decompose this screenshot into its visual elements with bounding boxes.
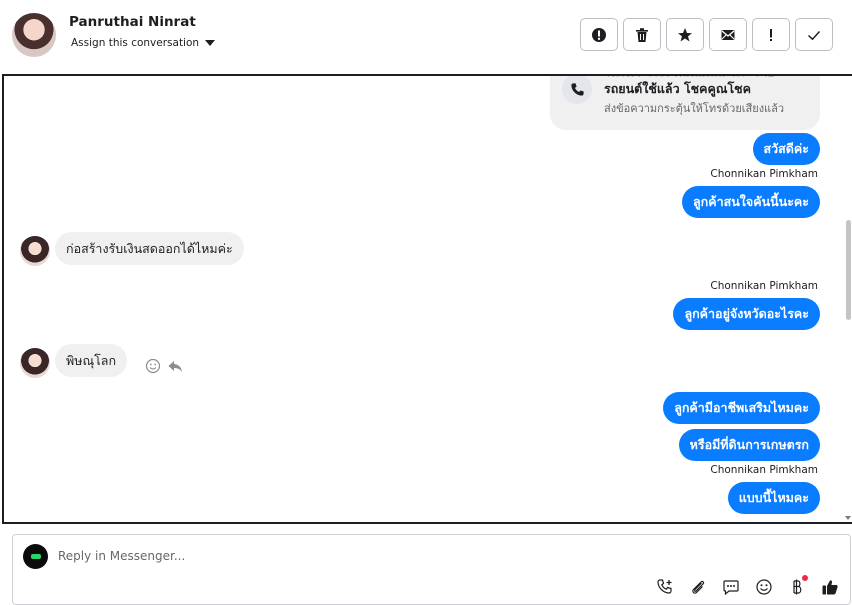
- mark-unread-button[interactable]: [709, 18, 747, 51]
- done-button[interactable]: [795, 18, 833, 51]
- reply-composer: [12, 534, 851, 605]
- assign-label: Assign this conversation: [71, 37, 200, 49]
- assign-conversation-dropdown[interactable]: Assign this conversation: [71, 37, 216, 49]
- outgoing-message[interactable]: ลูกค้าสนใจคันนี้นะคะ: [682, 186, 820, 218]
- sender-name: Chonnikan Pimkham: [710, 168, 818, 180]
- sender-name: Chonnikan Pimkham: [710, 464, 818, 476]
- scrollbar-thumb[interactable]: [846, 220, 851, 320]
- exclamation-icon: [770, 28, 772, 41]
- incoming-message[interactable]: พิษณุโลก: [55, 344, 128, 377]
- incoming-message[interactable]: ก่อสร้างรับเงินสดออกได้ไหมค่ะ: [55, 232, 244, 265]
- conversation-header: Panruthai Ninrat Assign this conversatio…: [0, 0, 852, 74]
- alert-circle-icon: [592, 27, 606, 42]
- conversation-toolbar: [580, 18, 833, 51]
- contact-avatar-small[interactable]: [20, 348, 50, 378]
- contact-avatar-small[interactable]: [20, 236, 50, 266]
- check-icon: [807, 30, 821, 40]
- contact-name[interactable]: Panruthai Ninrat: [69, 14, 196, 30]
- call-prompt-card: โทรหา โรงงานผลิตและกระจาย รถยนต์ใช้แล้ว …: [550, 76, 820, 130]
- thumbs-up-icon[interactable]: [820, 577, 840, 597]
- reply-icon[interactable]: [167, 358, 183, 374]
- thread-scrollbar[interactable]: [844, 76, 852, 522]
- contact-avatar[interactable]: [12, 13, 56, 57]
- outgoing-message[interactable]: สวัสดีค่ะ: [752, 133, 820, 165]
- message-actions: [145, 358, 183, 374]
- star-button[interactable]: [666, 18, 704, 51]
- page-avatar: [23, 544, 48, 569]
- outgoing-message[interactable]: ลูกค้ามีอาชีพเสริมไหมคะ: [663, 392, 820, 424]
- phone-icon: [562, 76, 592, 104]
- caret-down-icon: [205, 40, 216, 46]
- outgoing-message[interactable]: หรือมีที่ดินการเกษตรก: [678, 429, 820, 461]
- composer-toolbar: [655, 575, 840, 597]
- notification-dot: [802, 575, 808, 581]
- reply-input[interactable]: [58, 546, 658, 566]
- envelope-icon: [721, 29, 735, 40]
- call-card-title-line2: รถยนต์ใช้แล้ว โชคคูณโชค: [604, 81, 752, 96]
- important-button[interactable]: [752, 18, 790, 51]
- outgoing-message[interactable]: ลูกค้าอยู่จังหวัดอะไรคะ: [673, 298, 820, 330]
- react-emoji-icon[interactable]: [145, 358, 161, 374]
- currency-icon[interactable]: [787, 575, 808, 597]
- scroll-down-arrow-icon[interactable]: [845, 516, 851, 520]
- message-thread[interactable]: โทรหา โรงงานผลิตและกระจาย รถยนต์ใช้แล้ว …: [2, 74, 852, 524]
- call-card-subtitle: ส่งข้อความกระตุ้นให้โทรด้วยเสียงแล้ว: [604, 102, 785, 115]
- star-icon: [678, 27, 692, 41]
- attachment-icon[interactable]: [688, 577, 708, 597]
- saved-replies-icon[interactable]: [721, 577, 741, 597]
- trash-icon: [636, 27, 648, 42]
- outgoing-message[interactable]: แบบนี้ไหมคะ: [727, 482, 820, 514]
- delete-button[interactable]: [623, 18, 661, 51]
- spam-button[interactable]: [580, 18, 618, 51]
- emoji-icon[interactable]: [754, 577, 774, 597]
- sender-name: Chonnikan Pimkham: [710, 280, 818, 292]
- call-add-icon[interactable]: [655, 577, 675, 597]
